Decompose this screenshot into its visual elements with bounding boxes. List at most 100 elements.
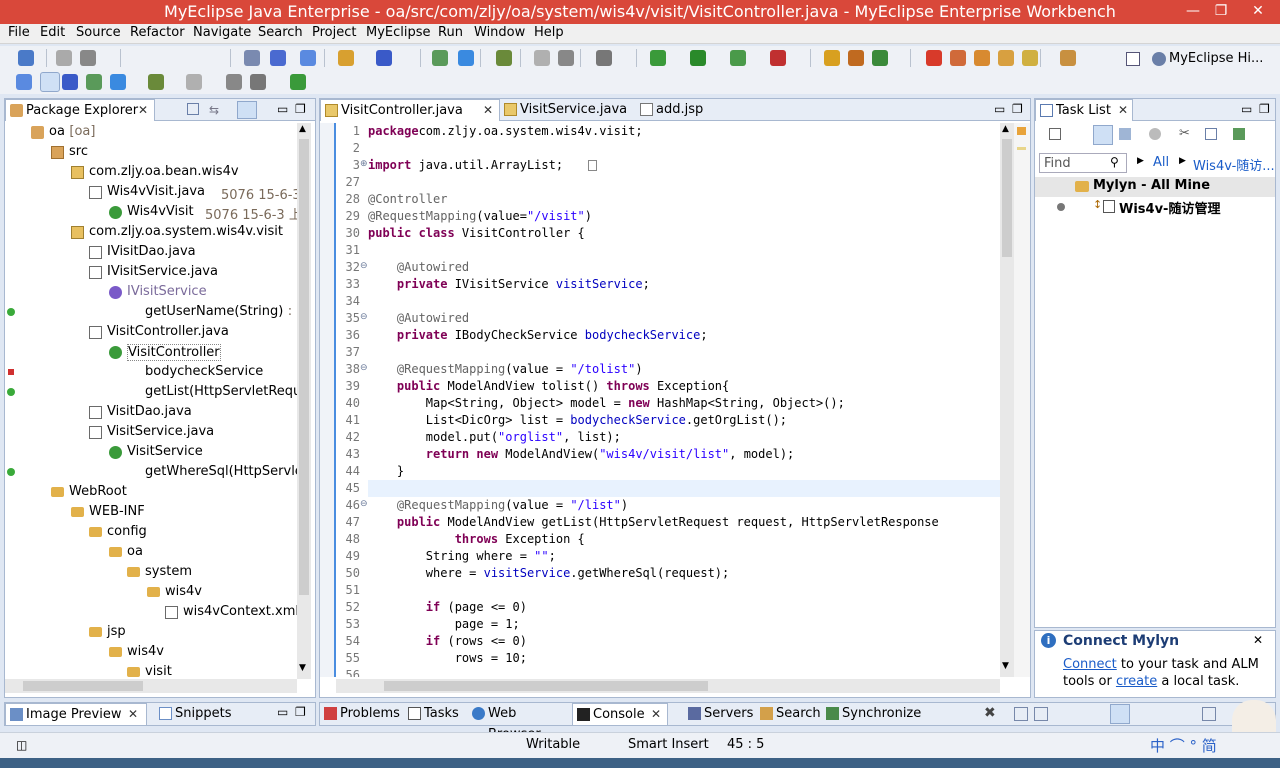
code-line[interactable]: return new ModelAndView("wis4v/visit/lis… [368, 447, 794, 461]
toolbar-icon-6[interactable] [300, 50, 316, 66]
scroll-down-icon[interactable]: ▼ [299, 663, 306, 673]
tree-item[interactable]: VisitService [5, 443, 297, 463]
code-line[interactable]: if (page <= 0) [368, 600, 527, 614]
toolbar-icon-26[interactable] [1022, 50, 1038, 66]
close-icon[interactable]: ✕ [138, 100, 148, 121]
toolbar-icon-25[interactable] [998, 50, 1014, 66]
toolbar-icon-15[interactable] [650, 50, 666, 66]
menu-search[interactable]: Search [258, 25, 303, 40]
toolbar-icon-4[interactable] [244, 50, 260, 66]
toolbar2-icon-8[interactable] [226, 74, 242, 90]
toolbar-icon-2[interactable] [56, 50, 72, 66]
toolbar-icon-11[interactable] [496, 50, 512, 66]
code-line[interactable]: private IVisitService visitService; [368, 277, 650, 291]
task-row[interactable]: ↕ Wis4v-随访管理 [1035, 197, 1275, 217]
toolbar-icon-20[interactable] [848, 50, 864, 66]
code-line[interactable]: @RequestMapping(value="/visit") [368, 209, 592, 223]
menu-project[interactable]: Project [312, 25, 356, 40]
toolbar-icon-3[interactable] [80, 50, 96, 66]
tree-item[interactable]: config [5, 523, 297, 543]
tree-item[interactable]: getUserName(String): Str [5, 303, 297, 323]
tree-item[interactable]: getWhereSql(HttpServletR [5, 463, 297, 483]
minimize-view-icon[interactable]: ▭ [277, 102, 288, 116]
menu-help[interactable]: Help [534, 25, 564, 40]
tab-image-preview[interactable]: Image Preview ✕ [5, 703, 147, 725]
menu-run[interactable]: Run [438, 25, 463, 40]
close-icon[interactable]: ✕ [483, 100, 493, 121]
tree-item[interactable]: VisitController [5, 343, 297, 363]
code-line[interactable]: @Controller [368, 192, 447, 206]
tab-tasks[interactable]: Tasks [404, 703, 466, 725]
tab-synchronize[interactable]: Synchronize [822, 703, 922, 725]
menu-myeclipse[interactable]: MyEclipse [366, 25, 431, 40]
tab-problems[interactable]: Problems [320, 703, 402, 725]
code-text[interactable]: 1 packagecom.zljy.oa.system.wis4v.visit; 2… [336, 123, 1000, 677]
code-line[interactable]: @RequestMapping(value = "/list") [368, 498, 628, 512]
maximize-view-icon[interactable]: ❐ [1012, 102, 1023, 116]
tree-item[interactable]: VisitController.java [5, 323, 297, 343]
toolbar-icon-23[interactable] [950, 50, 966, 66]
menu-refactor[interactable]: Refactor [130, 25, 185, 40]
task-marker[interactable] [1017, 147, 1026, 150]
minimize-view-icon[interactable]: ▭ [994, 102, 1005, 116]
fold-toggle-icon[interactable]: ⊖ [360, 312, 368, 322]
folded-block-icon[interactable] [588, 160, 597, 171]
menu-source[interactable]: Source [76, 25, 121, 40]
maximize-view-icon[interactable]: ❐ [295, 705, 306, 719]
collapse-all-icon[interactable] [187, 103, 199, 115]
editor-hscroll[interactable] [336, 679, 1000, 693]
ime-indicator[interactable]: 中 ⌒ ° 简 [1150, 735, 1217, 756]
toolbar-icon-19[interactable] [824, 50, 840, 66]
display-console-icon[interactable] [1110, 704, 1130, 724]
close-icon[interactable]: ✕ [128, 704, 138, 725]
tab-web-browser[interactable]: Web Browser [468, 703, 572, 742]
toolbar-icon-21[interactable] [872, 50, 888, 66]
fold-toggle-icon[interactable]: ⊖ [360, 261, 368, 271]
tree-item[interactable]: jsp [5, 623, 297, 643]
open-console-icon[interactable] [1202, 707, 1216, 721]
tree-item[interactable]: VisitService.java [5, 423, 297, 443]
tree-item[interactable]: wis4v [5, 643, 297, 663]
toolbar2-icon-4[interactable] [86, 74, 102, 90]
toolbar-icon-1[interactable] [18, 50, 34, 66]
scroll-lock-icon[interactable] [1014, 707, 1028, 721]
menu-file[interactable]: File [8, 25, 30, 40]
task-category-row[interactable]: Mylyn - All Mine [1035, 177, 1275, 197]
maximize-view-icon[interactable]: ❐ [295, 102, 306, 116]
toolbar2-icon-1[interactable] [16, 74, 32, 90]
scroll-thumb[interactable] [1002, 139, 1012, 257]
perspective-switcher[interactable]: MyEclipse Hi... [1124, 50, 1274, 70]
create-link[interactable]: create [1116, 674, 1157, 689]
code-line[interactable]: @RequestMapping(value = "/tolist") [368, 362, 643, 376]
code-line[interactable]: if (rows <= 0) [368, 634, 527, 648]
new-task-icon[interactable] [1049, 128, 1061, 140]
code-line[interactable]: String where = ""; [368, 549, 556, 563]
code-line[interactable]: } [368, 464, 404, 478]
toolbar-icon-12[interactable] [534, 50, 550, 66]
fold-toggle-icon[interactable]: ⊖ [360, 363, 368, 373]
code-line[interactable]: import java.util.ArrayList; [368, 158, 563, 172]
scroll-up-icon[interactable]: ▲ [299, 124, 306, 134]
tab-add-jsp[interactable]: add.jsp [636, 99, 726, 121]
toolbar-icon-16[interactable] [690, 50, 706, 66]
toolbar2-icon-9[interactable] [250, 74, 266, 90]
tree-item[interactable]: Wis4vVisit.java 5076 15-6-3 上午 [5, 183, 297, 203]
minimize-view-icon[interactable]: ▭ [1241, 102, 1252, 116]
toolbar-icon-17[interactable] [730, 50, 746, 66]
tab-visitcontroller[interactable]: VisitController.java ✕ [320, 99, 500, 121]
toolbar2-icon-10[interactable] [290, 74, 306, 90]
view-menu-icon[interactable] [237, 101, 257, 119]
package-tree-hscroll[interactable] [5, 679, 297, 693]
close-icon[interactable]: ✕ [1118, 100, 1128, 121]
code-line[interactable]: public class VisitController { [368, 226, 585, 240]
fold-toggle-icon[interactable]: ⊖ [360, 499, 368, 509]
tree-item[interactable]: Wis4vVisit 5076 15-6-3 上午1 [5, 203, 297, 223]
code-line[interactable]: page = 1; [368, 617, 520, 631]
code-line[interactable]: rows = 10; [368, 651, 527, 665]
tree-item[interactable]: IVisitDao.java [5, 243, 297, 263]
tree-item[interactable]: VisitDao.java [5, 403, 297, 423]
scroll-up-icon[interactable]: ▲ [1002, 124, 1009, 134]
toolbar-icon-8[interactable] [376, 50, 392, 66]
code-line[interactable]: model.put("orglist", list); [368, 430, 621, 444]
tree-item[interactable]: getList(HttpServletRequest [5, 383, 297, 403]
